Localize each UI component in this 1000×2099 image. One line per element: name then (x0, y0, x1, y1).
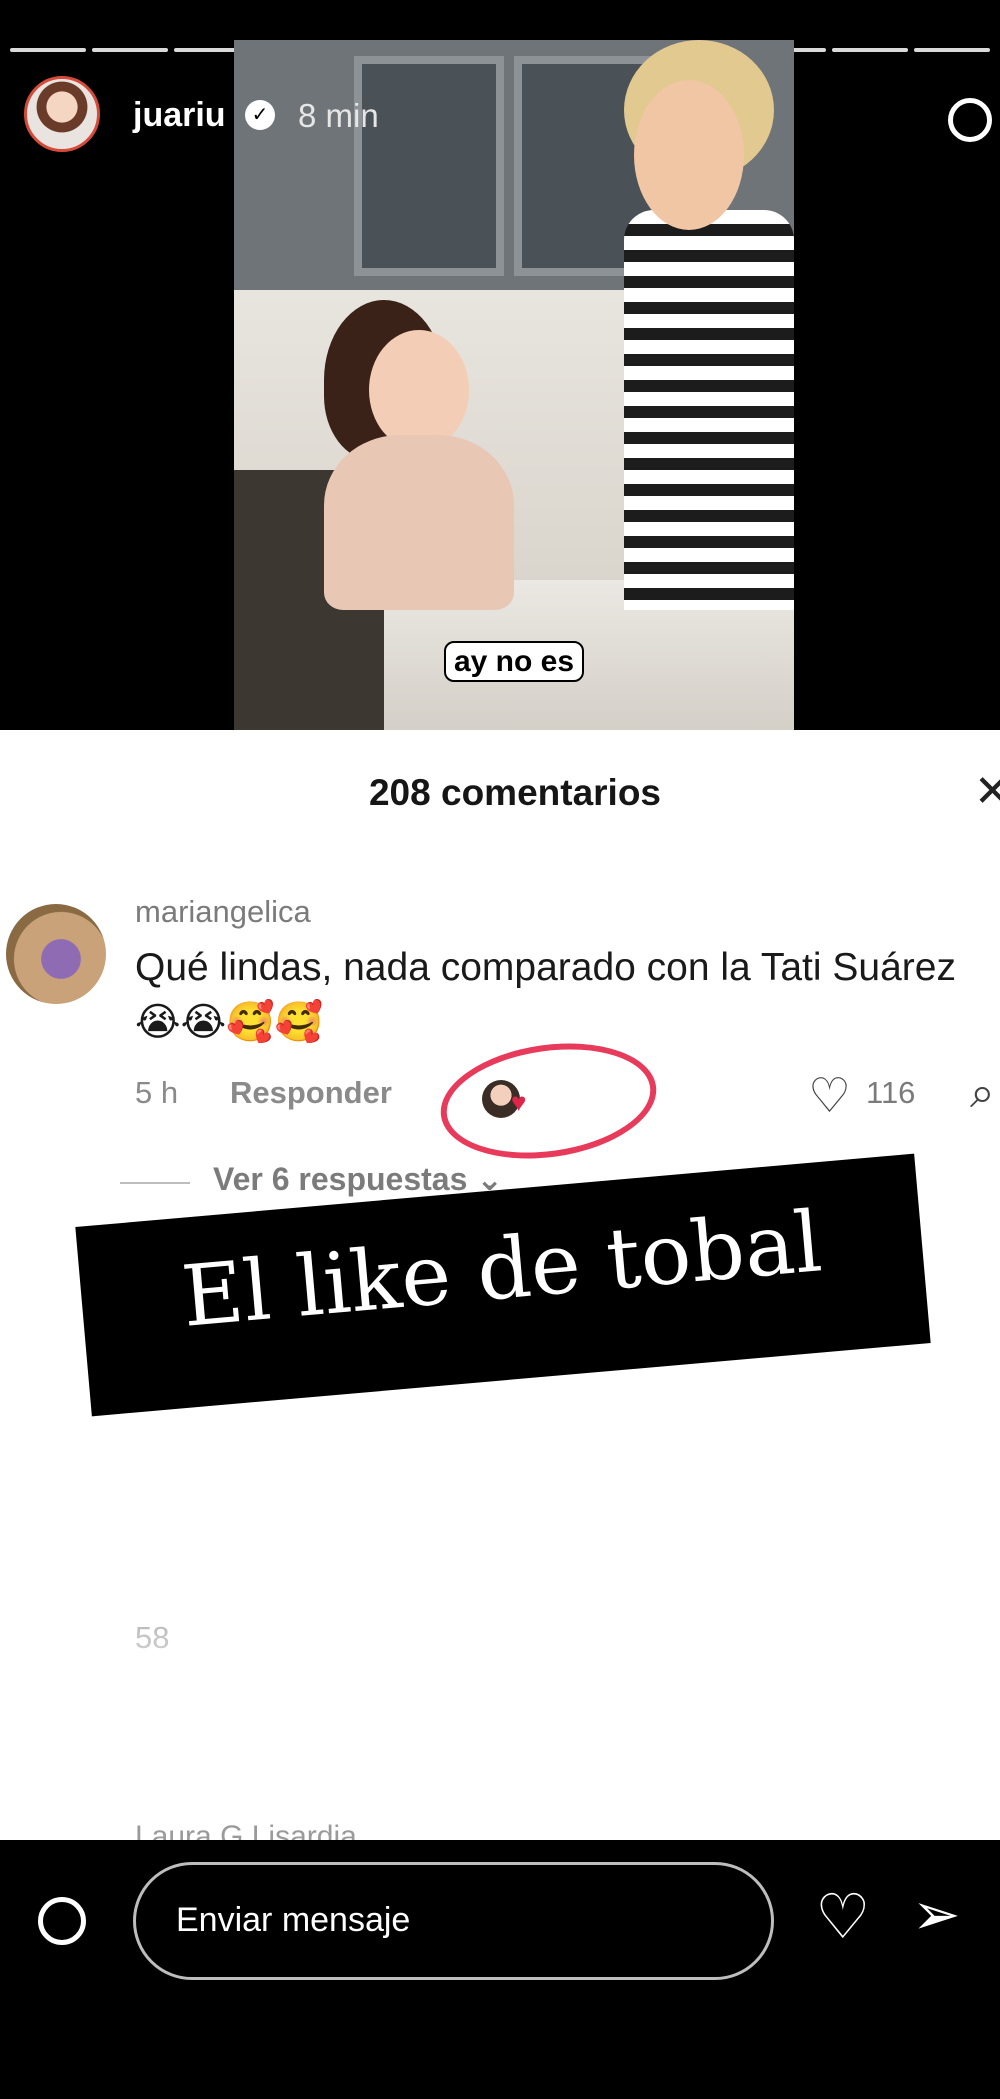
like-count: 116 (866, 1075, 916, 1110)
like-heart-icon[interactable]: ♡ (808, 1068, 851, 1124)
comment-age: 5 h (135, 1075, 179, 1110)
banner-text: El like de tobal (177, 1192, 826, 1346)
story-avatar[interactable] (24, 76, 100, 152)
message-input[interactable]: Enviar mensaje (133, 1862, 774, 1980)
woman-face (634, 80, 744, 230)
video-frame: ay no es (234, 40, 794, 730)
progress-segment (831, 48, 908, 52)
commenter-avatar[interactable] (6, 904, 106, 1004)
cabinet-door (354, 56, 504, 276)
progress-segment (10, 48, 87, 52)
heart-icon[interactable]: ♡ (815, 1880, 871, 1953)
girl-face (369, 330, 469, 450)
highlight-circle (433, 1030, 664, 1172)
story-username[interactable]: juariu (133, 96, 226, 135)
progress-segment (92, 48, 169, 52)
next-commenter-name: Laura G Lisardia (135, 1820, 357, 1840)
comments-sheet: 208 comentarios ✕ mariangelica Qué linda… (0, 730, 1000, 1840)
dislike-icon[interactable]: ⌕ (970, 1068, 995, 1118)
comment-text: Qué lindas, nada comparado con la Tati S… (135, 946, 956, 1044)
send-icon[interactable]: ➢ (912, 1880, 961, 1948)
commenter-username[interactable]: mariangelica (135, 894, 311, 930)
video-caption-text: ay no es (443, 641, 585, 682)
verified-badge-icon: ✓ (245, 100, 275, 130)
search-icon[interactable] (948, 98, 992, 142)
view-replies-button[interactable]: Ver 6 respuestas ⌄ (213, 1160, 503, 1198)
girl-body (324, 435, 514, 610)
comments-title: 208 comentarios (368, 772, 662, 813)
fade-overlay (0, 1550, 1000, 1840)
story-footer: Enviar mensaje ♡ ➢ (0, 1840, 1000, 2099)
overlay-banner: El like de tobal (75, 1153, 931, 1417)
replies-divider (120, 1182, 190, 1184)
woman-body (624, 210, 794, 610)
search-icon[interactable] (38, 1897, 86, 1945)
story-time: 8 min (298, 97, 379, 134)
progress-segment (913, 48, 991, 52)
message-placeholder: Enviar mensaje (176, 1901, 411, 1939)
video-caption: ay no es (234, 641, 794, 682)
view-replies-label: Ver 6 respuestas (213, 1161, 468, 1197)
close-icon[interactable]: ✕ (974, 766, 1000, 817)
reply-button[interactable]: Responder (230, 1075, 392, 1111)
